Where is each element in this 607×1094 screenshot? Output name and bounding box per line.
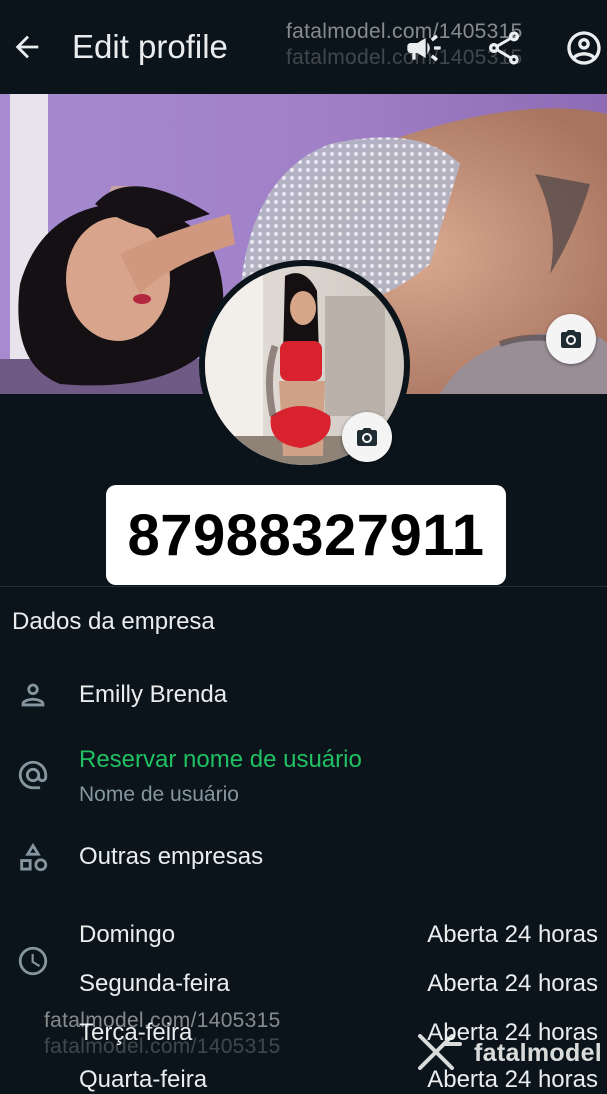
person-icon	[21, 683, 45, 707]
camera-icon	[561, 330, 581, 348]
arrow-left-icon[interactable]	[10, 28, 44, 66]
business-name[interactable]: Emilly Brenda	[79, 681, 227, 709]
business-category[interactable]: Outras empresas	[79, 843, 263, 871]
watermark-top: fatalmodel.com/1405315	[286, 20, 523, 43]
section-title: Dados da empresa	[12, 608, 215, 635]
hours-status: Aberta 24 horas	[427, 1066, 598, 1093]
at-sign-icon	[18, 760, 48, 790]
watermark-bottom: fatalmodel.com/1405315	[44, 1009, 281, 1032]
clock-icon	[18, 946, 48, 976]
divider	[0, 586, 607, 587]
watermark-logo-text: fatalmodel	[474, 1039, 603, 1067]
watermark-top-shadow: fatalmodel.com/1405315	[286, 46, 523, 69]
hours-status: Aberta 24 horas	[427, 970, 598, 997]
reserve-username-link[interactable]: Reservar nome de usuário	[79, 746, 362, 774]
camera-icon	[357, 428, 377, 446]
phone-number-banner: 87988327911	[106, 485, 506, 585]
watermark-bottom-shadow: fatalmodel.com/1405315	[44, 1035, 281, 1058]
fatalmodel-logo-icon	[418, 1034, 462, 1070]
hours-day: Domingo	[79, 921, 176, 948]
hours-status: Aberta 24 horas	[427, 921, 598, 948]
avatar-camera-button[interactable]	[342, 412, 392, 462]
hours-day: Segunda-feira	[79, 970, 230, 997]
username-hint: Nome de usuário	[79, 783, 239, 806]
cover-camera-button[interactable]	[546, 314, 596, 364]
app-bar: Edit profile fatalmodel.com/1405315 fata…	[0, 0, 607, 94]
hours-day: Quarta-feira	[79, 1066, 208, 1093]
shapes-icon	[20, 842, 48, 872]
page-title: Edit profile	[72, 28, 228, 65]
account-circle-icon[interactable]	[564, 28, 604, 68]
